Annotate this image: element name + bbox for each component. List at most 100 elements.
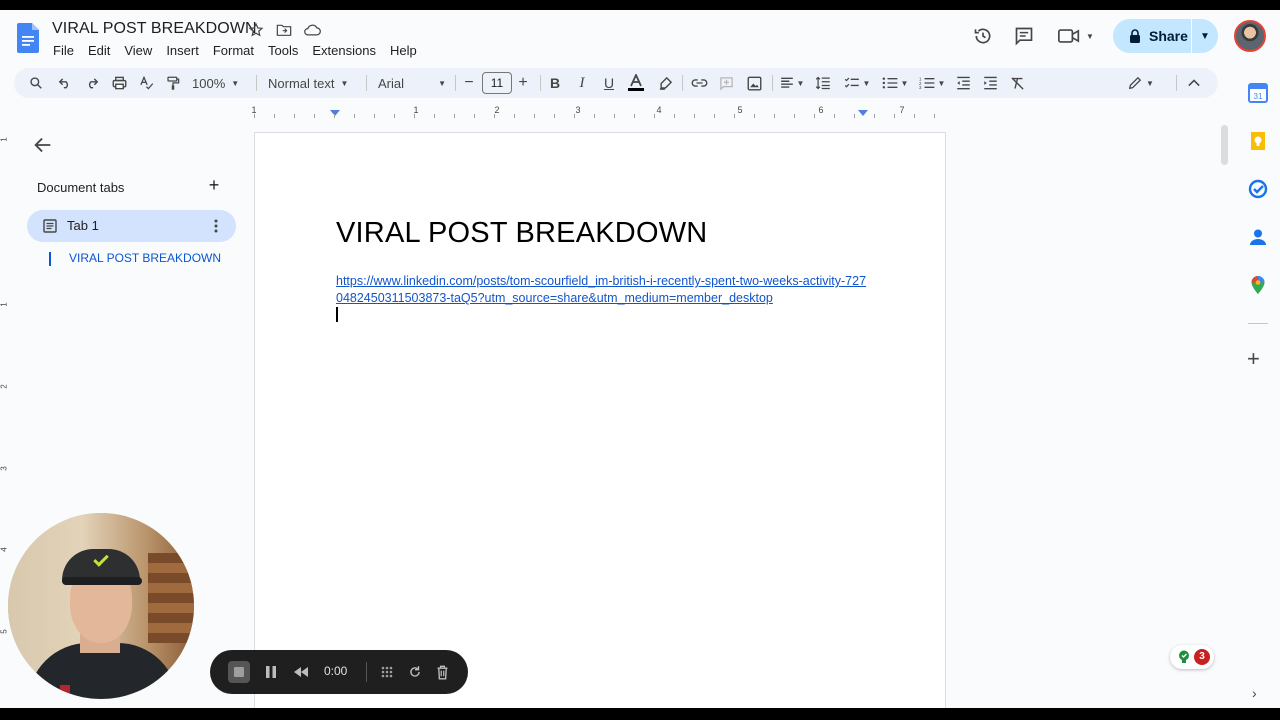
menu-bar: File Edit View Insert Format Tools Exten… (46, 41, 424, 60)
title-actions (246, 20, 322, 40)
checklist-icon[interactable]: ▼ (842, 72, 872, 94)
delete-icon[interactable] (431, 661, 453, 683)
italic-icon[interactable]: I (574, 72, 590, 94)
menu-extensions[interactable]: Extensions (305, 41, 383, 60)
paint-format-icon[interactable] (164, 72, 182, 94)
add-tab-icon[interactable]: + (205, 176, 223, 194)
paragraph-style-select[interactable]: Normal text ▼ (268, 72, 356, 94)
ruler-tick (674, 114, 675, 118)
show-side-panel-icon[interactable]: › (1252, 685, 1257, 701)
add-comment-icon[interactable] (717, 72, 735, 94)
webcam-overlay[interactable] (8, 513, 194, 699)
menu-tools[interactable]: Tools (261, 41, 305, 60)
menu-insert[interactable]: Insert (159, 41, 206, 60)
ruler-tick (414, 114, 415, 118)
ruler-tick (494, 114, 495, 118)
tab-document-icon (43, 219, 57, 233)
maps-icon[interactable] (1248, 275, 1268, 295)
ruler-tick (894, 114, 895, 118)
bulleted-list-icon[interactable]: ▼ (880, 72, 910, 94)
ruler-tick (834, 114, 835, 118)
pause-icon[interactable] (260, 661, 282, 683)
underline-icon[interactable]: U (601, 72, 617, 94)
menu-view[interactable]: View (117, 41, 159, 60)
ruler-tick (434, 114, 435, 118)
account-avatar[interactable] (1234, 20, 1266, 52)
version-history-icon[interactable] (971, 24, 995, 48)
contacts-icon[interactable] (1248, 227, 1268, 247)
print-icon[interactable] (110, 72, 128, 94)
star-icon[interactable] (246, 20, 266, 40)
link-line-2[interactable]: 0482450311503873-taQ5?utm_source=share&u… (336, 290, 876, 307)
ruler-tick (354, 114, 355, 118)
outline-heading[interactable]: VIRAL POST BREAKDOWN (69, 251, 221, 265)
document-title[interactable]: VIRAL POST BREAKDOWN (52, 20, 257, 38)
share-dropdown-icon[interactable]: ▼ (1192, 31, 1218, 42)
search-menus-icon[interactable] (27, 72, 45, 94)
svg-text:31: 31 (1254, 92, 1263, 101)
ruler-tick (874, 114, 875, 118)
calendar-icon[interactable]: 31 (1248, 83, 1268, 103)
drag-handle-icon[interactable] (376, 661, 398, 683)
text-color-icon[interactable] (627, 72, 645, 94)
increase-font-size-icon[interactable]: + (516, 72, 530, 94)
header-actions: ▼ Share ▼ (960, 10, 1280, 65)
font-size-input[interactable]: 11 (482, 72, 512, 94)
meet-icon[interactable]: ▼ (1058, 24, 1094, 48)
keep-icon[interactable] (1248, 131, 1268, 151)
font-select[interactable]: Arial ▼ (378, 72, 446, 94)
align-icon[interactable]: ▼ (778, 72, 806, 94)
stop-recording-icon[interactable] (228, 661, 250, 683)
share-label: Share (1149, 28, 1188, 44)
insert-image-icon[interactable] (745, 72, 763, 94)
share-button[interactable]: Share ▼ (1113, 19, 1218, 53)
link-line-1[interactable]: https://www.linkedin.com/posts/tom-scour… (336, 273, 876, 290)
restart-icon[interactable] (404, 661, 426, 683)
text-cursor (336, 307, 338, 322)
tab-1[interactable]: Tab 1 (27, 210, 236, 242)
clear-formatting-icon[interactable] (1008, 72, 1026, 94)
back-arrow-icon[interactable] (32, 134, 54, 156)
ruler-tick (254, 114, 255, 118)
decrease-indent-icon[interactable] (954, 72, 972, 94)
menu-format[interactable]: Format (206, 41, 261, 60)
ruler-number: 3 (575, 105, 581, 115)
more-options-icon[interactable] (210, 218, 222, 234)
suggestions-badge[interactable]: 3 (1170, 645, 1214, 669)
redo-icon[interactable] (83, 72, 101, 94)
cloud-saved-icon[interactable] (302, 20, 322, 40)
comments-icon[interactable] (1012, 24, 1036, 48)
document-heading[interactable]: VIRAL POST BREAKDOWN (336, 217, 707, 250)
menu-file[interactable]: File (46, 41, 81, 60)
side-panel: 31 + › (1232, 68, 1280, 708)
undo-icon[interactable] (56, 72, 74, 94)
spellcheck-icon[interactable] (137, 72, 155, 94)
insert-link-icon[interactable] (690, 72, 708, 94)
bold-icon[interactable]: B (547, 72, 563, 94)
hide-menus-icon[interactable] (1186, 72, 1202, 94)
document-page[interactable]: VIRAL POST BREAKDOWN https://www.linkedi… (254, 132, 946, 708)
get-add-ons-icon[interactable]: + (1247, 348, 1260, 370)
menu-edit[interactable]: Edit (81, 41, 117, 60)
ruler-tick (934, 114, 935, 118)
rewind-icon[interactable] (290, 661, 312, 683)
ruler-tick (714, 114, 715, 118)
editing-mode-icon[interactable]: ▼ (1126, 72, 1156, 94)
highlight-color-icon[interactable] (656, 72, 674, 94)
right-indent-marker[interactable] (858, 110, 868, 116)
docs-logo-icon[interactable] (17, 23, 39, 53)
tasks-icon[interactable] (1248, 179, 1268, 199)
ruler-number: 6 (818, 105, 824, 115)
increase-indent-icon[interactable] (981, 72, 999, 94)
linkedin-link[interactable]: https://www.linkedin.com/posts/tom-scour… (336, 273, 876, 307)
numbered-list-icon[interactable]: 1 2 3 ▼ (917, 72, 947, 94)
move-folder-icon[interactable] (274, 20, 294, 40)
left-indent-marker[interactable] (330, 110, 340, 116)
vertical-scrollbar[interactable] (1221, 125, 1228, 165)
line-spacing-icon[interactable] (814, 72, 832, 94)
horizontal-ruler[interactable]: 1 1 2 3 4 5 6 7 (251, 104, 946, 120)
menu-help[interactable]: Help (383, 41, 424, 60)
ruler-number: 1 (0, 302, 9, 307)
decrease-font-size-icon[interactable]: − (462, 72, 476, 94)
zoom-select[interactable]: 100% ▼ (192, 72, 248, 94)
